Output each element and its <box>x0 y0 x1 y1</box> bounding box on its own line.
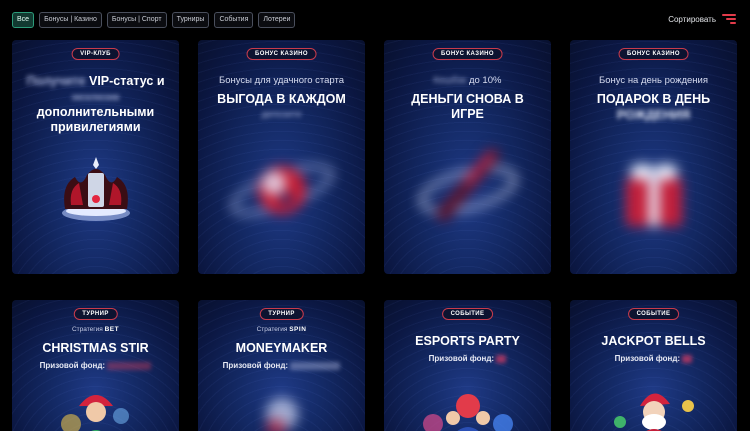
filter-tournaments[interactable]: Турниры <box>171 12 210 28</box>
blurred-text: Получите <box>26 74 86 88</box>
strategy-value: BET <box>104 326 120 333</box>
strategy-label: Стратегия <box>256 326 288 333</box>
card-title: MONEYMAKER <box>235 341 328 355</box>
toolbar: Все Бонусы | Казино Бонусы | Спорт Турни… <box>0 0 750 38</box>
blurred-text: депозите <box>261 109 302 120</box>
prize-fund: Призовой фонд: <box>570 354 737 363</box>
card-title-blurred: РОЖДЕНИЯ <box>570 108 737 123</box>
card-title: ВЫГОДА В КАЖДОМ <box>217 92 346 106</box>
card-badge: БОНУС КАЗИНО <box>246 48 317 60</box>
card-title: JACKPOT BELLS <box>601 334 706 348</box>
card-subtitle: Бонусы для удачного старта <box>218 75 345 86</box>
card-badge: БОНУС КАЗИНО <box>618 48 689 60</box>
card-subtitle: Бонус на день рождения <box>599 75 708 86</box>
tournament-card-moneymaker[interactable]: ТУРНИР Стратегия SPIN MONEYMAKER Призово… <box>198 300 365 431</box>
filter-sport-bonuses[interactable]: Бонусы | Спорт <box>106 12 167 28</box>
card-title: ДЕНЬГИ СНОВА В ИГРЕ <box>411 92 524 121</box>
rocket-icon <box>418 148 517 222</box>
tournament-card-christmas-stir[interactable]: ТУРНИР Стратегия BET CHRISTMAS STIR Приз… <box>12 300 179 431</box>
santa-girl-icon <box>60 395 129 431</box>
blurred-text: РОЖДЕНИЯ <box>616 108 691 122</box>
event-card-jackpot-bells[interactable]: СОБЫТИЕ JACKPOT BELLS Призовой фонд: <box>570 300 737 431</box>
card-strategy: Стратегия SPIN <box>198 326 365 333</box>
card-badge: ТУРНИР <box>73 308 118 320</box>
prize-fund: Призовой фонд: <box>384 354 551 363</box>
card-badge: СОБЫТИЕ <box>627 308 680 320</box>
promo-card-welcome-bonus[interactable]: БОНУС КАЗИНО Бонусы для удачного старта … <box>198 40 365 274</box>
card-title-part: дополнительными привилегиями <box>36 105 155 134</box>
card-subtitle-text: до 10% <box>468 75 502 86</box>
prize-label: Призовой фонд: <box>614 354 681 363</box>
sort-label: Сортировать <box>668 14 716 24</box>
prize-value-blurred <box>682 354 693 363</box>
card-badge: БОНУС КАЗИНО <box>432 48 503 60</box>
prize-label: Призовой фонд: <box>39 361 106 370</box>
prize-value-blurred <box>290 361 341 370</box>
strategy-value: SPIN <box>289 326 307 333</box>
prize-fund: Призовой фонд: <box>198 361 365 370</box>
filter-events[interactable]: События <box>214 12 254 28</box>
promo-card-vip[interactable]: VIP-КЛУБ Получите VIP-статус и эксклюзив… <box>12 40 179 274</box>
card-badge: VIP-КЛУБ <box>71 48 120 60</box>
filter-casino-bonuses[interactable]: Бонусы | Казино <box>39 12 102 28</box>
blurred-text: эксклюзив <box>71 92 120 102</box>
promo-card-birthday[interactable]: БОНУС КАЗИНО Бонус на день рождения ПОДА… <box>570 40 737 274</box>
sort-button[interactable]: Сортировать <box>668 14 736 24</box>
card-strategy: Стратегия BET <box>12 326 179 333</box>
card-subtitle: Кешбэк до 10% <box>384 75 551 86</box>
prize-label: Призовой фонд: <box>428 354 495 363</box>
gift-icon <box>625 164 682 226</box>
filter-lotteries[interactable]: Лотереи <box>258 12 296 28</box>
esports-icon <box>422 394 513 431</box>
blurred-text: Кешбэк <box>433 75 467 86</box>
card-badge: СОБЫТИЕ <box>441 308 494 320</box>
card-title-blurred: депозите <box>198 109 365 120</box>
promo-card-cashback[interactable]: БОНУС КАЗИНО Кешбэк до 10% ДЕНЬГИ СНОВА … <box>384 40 551 274</box>
card-title: Получите VIP-статус и эксклюзив дополнит… <box>12 74 179 135</box>
planet-icon <box>230 164 333 216</box>
filter-all[interactable]: Все <box>12 12 35 28</box>
card-badge: ТУРНИР <box>259 308 304 320</box>
card-title-part: VIP-статус и <box>89 74 165 88</box>
event-card-esports-party[interactable]: СОБЫТИЕ ESPORTS PARTY Призовой фонд: <box>384 300 551 431</box>
category-filters: Все Бонусы | Казино Бонусы | Спорт Турни… <box>12 12 296 28</box>
santa-icon <box>613 393 694 431</box>
card-title: ПОДАРОК В ДЕНЬ <box>596 92 711 106</box>
card-title: CHRISTMAS STIR <box>42 341 149 355</box>
crown-icon <box>61 157 130 221</box>
prize-value-blurred <box>496 354 507 363</box>
prize-label: Призовой фонд: <box>222 361 289 370</box>
card-title: ESPORTS PARTY <box>415 334 520 348</box>
money-icon <box>265 398 298 431</box>
strategy-label: Стратегия <box>71 326 103 333</box>
prize-value-blurred <box>107 361 152 370</box>
prize-fund: Призовой фонд: <box>12 361 179 370</box>
sort-icon <box>722 14 736 24</box>
